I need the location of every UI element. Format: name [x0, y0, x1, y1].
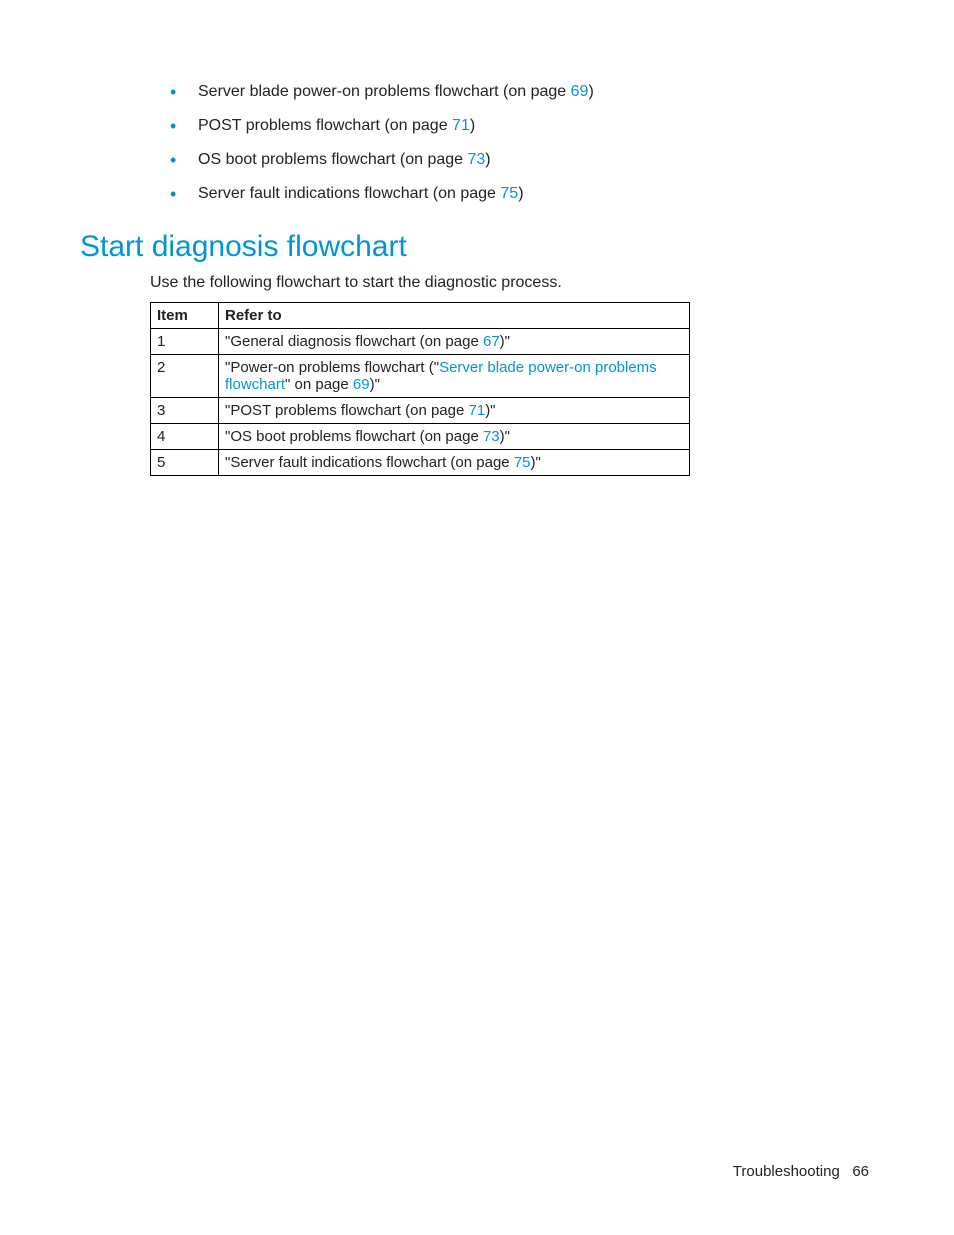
intro-text: Use the following flowchart to start the…	[150, 274, 874, 292]
table-cell-refer: "Server fault indications flowchart (on …	[219, 450, 690, 476]
page-link[interactable]: 67	[483, 333, 500, 350]
table-cell-text: )"	[500, 428, 510, 445]
list-item-text: )	[518, 185, 523, 202]
table-row: 3"POST problems flowchart (on page 71)"	[151, 398, 690, 424]
page-link[interactable]: 73	[467, 151, 485, 168]
table-cell-text: "General diagnosis flowchart (on page	[225, 333, 483, 350]
table-cell-text: "POST problems flowchart (on page	[225, 402, 469, 419]
list-item-text: OS boot problems flowchart (on page	[198, 151, 467, 168]
section-heading: Start diagnosis flowchart	[80, 230, 874, 264]
table-row: 5 "Server fault indications flowchart (on…	[151, 450, 690, 476]
table-cell-text: "Power-on problems flowchart ("	[225, 359, 439, 376]
table-cell-text: )"	[485, 402, 495, 419]
page-footer: Troubleshooting 66	[733, 1163, 869, 1180]
table-cell-text: )"	[370, 376, 380, 393]
page-link[interactable]: 71	[469, 402, 486, 419]
page-link[interactable]: 71	[452, 117, 470, 134]
page-link[interactable]: 75	[500, 185, 518, 202]
list-item-text: Server blade power-on problems flowchart…	[198, 83, 571, 100]
table-cell-text: )"	[531, 454, 541, 471]
list-item-text: )	[588, 83, 593, 100]
page-link[interactable]: 73	[483, 428, 500, 445]
table-row: 4"OS boot problems flowchart (on page 73…	[151, 424, 690, 450]
table-cell-text: )"	[500, 333, 510, 350]
table-cell-refer: "POST problems flowchart (on page 71)"	[219, 398, 690, 424]
table-cell-refer: "General diagnosis flowchart (on page 67…	[219, 329, 690, 355]
list-item: OS boot problems flowchart (on page 73)	[170, 148, 874, 172]
table-cell-text: "Server fault indications flowchart (on …	[225, 454, 514, 471]
page-link[interactable]: 75	[514, 454, 531, 471]
bullet-list: Server blade power-on problems flowchart…	[80, 80, 874, 206]
table-header-row: Item Refer to	[151, 303, 690, 329]
table-cell-refer: "OS boot problems flowchart (on page 73)…	[219, 424, 690, 450]
table-cell-item: 3	[151, 398, 219, 424]
page-link[interactable]: 69	[571, 83, 589, 100]
table-row: 2"Power-on problems flowchart ("Server b…	[151, 355, 690, 398]
table-cell-item: 4	[151, 424, 219, 450]
table-cell-item: 1	[151, 329, 219, 355]
table-cell-text: " on page	[285, 376, 353, 393]
list-item-text: POST problems flowchart (on page	[198, 117, 452, 134]
list-item-text: Server fault indications flowchart (on p…	[198, 185, 500, 202]
page-link[interactable]: 69	[353, 376, 370, 393]
list-item: POST problems flowchart (on page 71)	[170, 114, 874, 138]
table-body: 1"General diagnosis flowchart (on page 6…	[151, 329, 690, 476]
footer-section: Troubleshooting	[733, 1163, 840, 1180]
page: Server blade power-on problems flowchart…	[0, 0, 954, 1235]
footer-page-number: 66	[852, 1163, 869, 1180]
list-item: Server fault indications flowchart (on p…	[170, 182, 874, 206]
table-cell-item: 2	[151, 355, 219, 398]
table-header-item: Item	[151, 303, 219, 329]
table-header-refer: Refer to	[219, 303, 690, 329]
table-cell-refer: "Power-on problems flowchart ("Server bl…	[219, 355, 690, 398]
table-cell-text: "OS boot problems flowchart (on page	[225, 428, 483, 445]
table-row: 1"General diagnosis flowchart (on page 6…	[151, 329, 690, 355]
list-item-text: )	[470, 117, 475, 134]
table-cell-item: 5	[151, 450, 219, 476]
list-item: Server blade power-on problems flowchart…	[170, 80, 874, 104]
list-item-text: )	[485, 151, 490, 168]
reference-table: Item Refer to 1"General diagnosis flowch…	[150, 302, 690, 476]
